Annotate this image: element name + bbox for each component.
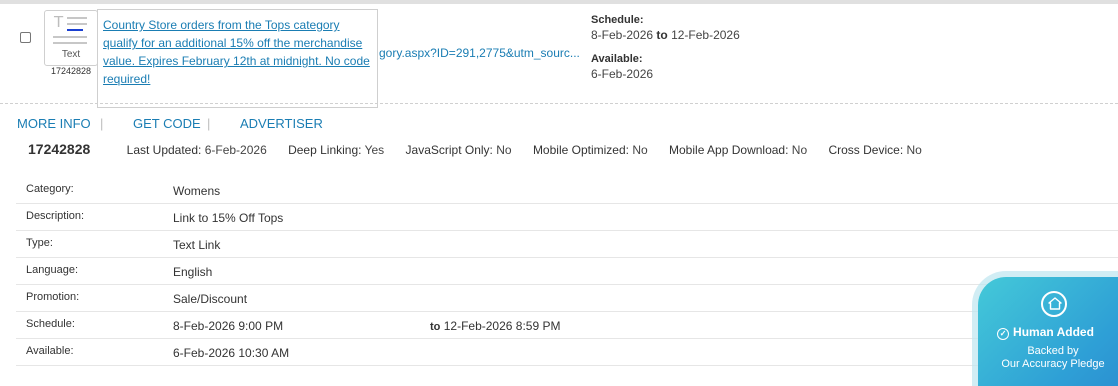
action-separator: | <box>207 116 211 131</box>
detail-row-promotion: Promotion: Sale/Discount <box>16 285 1118 312</box>
schedule-label: Schedule: <box>591 14 644 26</box>
mobile-optimized-label: Mobile Optimized: <box>532 143 629 157</box>
detail-value: Text Link <box>173 238 221 252</box>
detail-value: 6-Feb-2026 10:30 AM <box>173 346 290 360</box>
schedule-end-value: 12-Feb-2026 8:59 PM <box>443 319 561 333</box>
link-text-popup: Country Store orders from the Tops categ… <box>97 9 378 108</box>
detail-row-type: Type: Text Link <box>16 231 1118 258</box>
advertiser-link[interactable]: ADVERTISER <box>240 116 323 131</box>
top-divider <box>0 0 1118 4</box>
detail-value: Link to 15% Off Tops <box>173 211 284 225</box>
link-text-anchor[interactable]: Country Store orders from the Tops categ… <box>103 18 370 86</box>
detail-row-category: Category: Womens <box>16 177 1118 204</box>
js-only-value: No <box>496 143 512 157</box>
last-updated-label: Last Updated: <box>126 143 202 157</box>
deep-linking-value: Yes <box>364 143 385 157</box>
detail-schedule-end: to 12-Feb-2026 8:59 PM <box>430 319 560 333</box>
icon-line <box>53 42 87 44</box>
pledge-line-1: Backed by <box>1027 345 1079 357</box>
mobile-optimized-value: No <box>632 143 648 157</box>
schedule-to: to <box>656 28 668 42</box>
schedule-to: to <box>430 321 441 333</box>
detail-value: Womens <box>173 184 221 198</box>
icon-line <box>67 23 87 25</box>
link-meta-row: 17242828 Last Updated: 6-Feb-2026 Deep L… <box>28 141 940 157</box>
detail-key: Language: <box>26 264 78 276</box>
link-id-small: 17242828 <box>50 66 92 76</box>
mobile-app-label: Mobile App Download: <box>669 143 789 157</box>
icon-line-accent <box>67 29 83 31</box>
human-added-title: ✓ Human Added <box>978 325 1113 340</box>
deep-linking-label: Deep Linking: <box>288 143 362 157</box>
schedule-range: 8-Feb-2026 to 12-Feb-2026 <box>591 28 740 42</box>
detail-key: Available: <box>26 345 74 357</box>
available-date: 6-Feb-2026 <box>591 67 654 81</box>
link-url[interactable]: gory.aspx?ID=291,2775&utm_sourc... <box>379 46 580 60</box>
text-glyph-icon: T <box>54 13 64 31</box>
get-code-link[interactable]: GET CODE <box>133 116 201 131</box>
select-link-checkbox[interactable] <box>20 32 31 43</box>
link-type-label: Text <box>61 49 81 60</box>
section-divider <box>0 103 1118 104</box>
icon-line <box>67 17 87 19</box>
detail-value: Sale/Discount <box>173 292 248 306</box>
human-added-label: Human Added <box>1013 325 1094 339</box>
schedule-end: 12-Feb-2026 <box>671 28 740 42</box>
detail-key: Type: <box>26 237 53 249</box>
cross-device-value: No <box>906 143 922 157</box>
js-only-label: JavaScript Only: <box>405 143 493 157</box>
more-info-link[interactable]: MORE INFO <box>17 116 91 131</box>
schedule-start: 8-Feb-2026 <box>591 28 654 42</box>
detail-row-available: Available: 6-Feb-2026 10:30 AM <box>16 339 1118 366</box>
mobile-app-value: No <box>791 143 808 157</box>
detail-row-language: Language: English <box>16 258 1118 285</box>
last-updated-value: 6-Feb-2026 <box>204 143 267 157</box>
detail-row-description: Description: Link to 15% Off Tops <box>16 204 1118 231</box>
icon-line <box>53 36 87 38</box>
details-table: Category: Womens Description: Link to 15… <box>16 177 1118 366</box>
detail-key: Description: <box>26 210 85 222</box>
detail-key: Category: <box>26 183 74 195</box>
detail-value: English <box>173 265 213 279</box>
detail-key: Schedule: <box>26 318 75 330</box>
link-id: 17242828 <box>28 141 91 157</box>
detail-row-schedule: Schedule: 8-Feb-2026 9:00 PM to 12-Feb-2… <box>16 312 1118 339</box>
text-link-type-icon: T Text <box>44 10 98 66</box>
pledge-line-2: Our Accuracy Pledge <box>1001 358 1105 370</box>
detail-value: 8-Feb-2026 9:00 PM <box>173 319 284 333</box>
accuracy-pledge-badge[interactable]: ✓ Human Added Backed by Our Accuracy Pled… <box>978 277 1118 386</box>
house-circle-icon <box>1041 291 1067 317</box>
action-separator: | <box>100 116 104 131</box>
check-circle-icon: ✓ <box>997 328 1010 340</box>
cross-device-label: Cross Device: <box>828 143 904 157</box>
detail-key: Promotion: <box>26 291 80 303</box>
available-label: Available: <box>591 53 643 65</box>
